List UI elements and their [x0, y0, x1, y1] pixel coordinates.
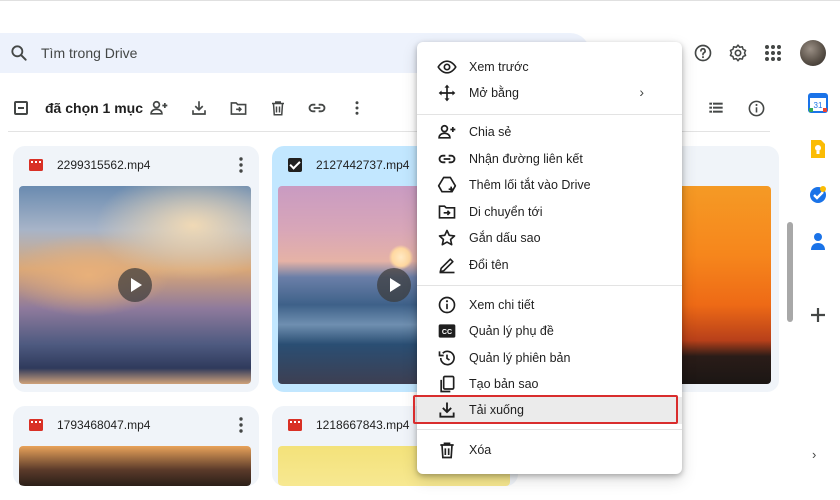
- video-thumbnail[interactable]: [19, 446, 251, 486]
- menu-item-share[interactable]: Chia sẻ: [417, 119, 682, 145]
- menu-item-star[interactable]: Gắn dấu sao: [417, 225, 682, 251]
- info-icon: [437, 295, 457, 315]
- file-name: 1793468047.mp4: [57, 418, 151, 432]
- menu-item-label: Nhận đường liên kết: [469, 152, 583, 166]
- person-add-icon: [437, 122, 457, 142]
- file-card-header: 1793468047.mp4: [13, 406, 259, 444]
- search-input[interactable]: Tìm trong Drive: [41, 45, 137, 61]
- avatar[interactable]: [800, 40, 826, 66]
- menu-item-add-shortcut[interactable]: Thêm lối tắt vào Drive: [417, 172, 682, 198]
- video-thumbnail[interactable]: [669, 186, 771, 384]
- chevron-right-icon[interactable]: ›: [812, 447, 816, 462]
- selection-count: đã chọn 1 mục: [45, 100, 144, 116]
- video-file-icon: [29, 159, 43, 171]
- menu-item-label: Xem trước: [469, 60, 529, 74]
- file-card-header: 2299315562.mp4: [13, 146, 259, 184]
- tasks-icon[interactable]: [808, 185, 828, 205]
- play-icon[interactable]: [118, 268, 152, 302]
- link-icon[interactable]: [306, 97, 328, 119]
- menu-item-move-to[interactable]: Di chuyển tới: [417, 199, 682, 225]
- file-name: 2299315562.mp4: [57, 158, 151, 172]
- copy-icon: [437, 374, 457, 394]
- menu-item-captions[interactable]: CC Quản lý phụ đề: [417, 318, 682, 344]
- video-file-icon: [288, 419, 302, 431]
- file-name: 2127442737.mp4: [316, 158, 410, 172]
- play-icon[interactable]: [377, 268, 411, 302]
- video-thumbnail[interactable]: [19, 186, 251, 384]
- menu-item-label: Xóa: [469, 443, 492, 457]
- menu-item-get-link[interactable]: Nhận đường liên kết: [417, 146, 682, 172]
- menu-item-label: Đổi tên: [469, 258, 509, 272]
- share-icon[interactable]: [148, 97, 170, 119]
- help-icon[interactable]: [690, 40, 716, 66]
- star-icon: [437, 228, 457, 248]
- menu-item-label: Chia sẻ: [469, 125, 512, 139]
- drive-app: Tìm trong Drive đã chọn 1 mục 2299315562…: [0, 0, 840, 500]
- trash-icon[interactable]: [267, 97, 289, 119]
- calendar-icon[interactable]: 31: [808, 93, 828, 113]
- apps-grid-icon[interactable]: [760, 40, 786, 66]
- pencil-icon: [437, 255, 457, 275]
- menu-item-versions[interactable]: Quản lý phiên bản: [417, 345, 682, 371]
- settings-icon[interactable]: [725, 40, 751, 66]
- file-card[interactable]: 2299315562.mp4: [13, 146, 259, 392]
- more-icon[interactable]: [233, 156, 249, 174]
- search-icon[interactable]: [9, 43, 29, 63]
- menu-item-label: Mở bằng: [469, 86, 519, 100]
- menu-item-delete[interactable]: Xóa: [417, 437, 682, 463]
- cc-icon: CC: [437, 321, 457, 341]
- menu-item-preview[interactable]: Xem trước: [417, 54, 682, 80]
- menu-item-make-copy[interactable]: Tạo bản sao: [417, 371, 682, 397]
- menu-item-label: Xem chi tiết: [469, 298, 535, 312]
- menu-separator: [417, 285, 682, 286]
- menu-item-details[interactable]: Xem chi tiết: [417, 292, 682, 318]
- keep-icon[interactable]: [808, 139, 828, 159]
- more-icon[interactable]: [233, 416, 249, 434]
- menu-item-label: Di chuyển tới: [469, 205, 543, 219]
- trash-icon: [437, 440, 457, 460]
- selected-checkbox-icon[interactable]: [288, 158, 302, 172]
- menu-item-label: Tạo bản sao: [469, 377, 539, 391]
- add-icon[interactable]: [808, 305, 828, 325]
- menu-separator: [417, 429, 682, 430]
- side-panel: 31: [796, 85, 840, 485]
- top-border: [0, 0, 840, 1]
- file-card[interactable]: 1793468047.mp4: [13, 406, 259, 486]
- more-icon[interactable]: [346, 97, 368, 119]
- move-folder-icon: [437, 202, 457, 222]
- contacts-icon[interactable]: [808, 231, 828, 251]
- video-file-icon: [29, 419, 43, 431]
- history-icon: [437, 348, 457, 368]
- clear-selection-checkbox[interactable]: [14, 101, 28, 115]
- menu-item-label: Quản lý phụ đề: [469, 324, 554, 338]
- list-view-icon[interactable]: [705, 97, 727, 119]
- info-icon[interactable]: [745, 97, 767, 119]
- menu-separator: [417, 114, 682, 115]
- download-icon[interactable]: [188, 97, 210, 119]
- menu-item-rename[interactable]: Đổi tên: [417, 252, 682, 278]
- download-highlight-box: [413, 395, 678, 424]
- menu-item-open-with[interactable]: Mở bằng ›: [417, 80, 682, 106]
- file-card[interactable]: [669, 146, 779, 392]
- chevron-right-icon: ›: [639, 84, 644, 100]
- svg-text:CC: CC: [442, 328, 452, 336]
- menu-item-label: Gắn dấu sao: [469, 231, 541, 245]
- open-with-icon: [437, 83, 457, 103]
- add-shortcut-icon: [437, 175, 457, 195]
- scrollbar[interactable]: [787, 222, 793, 322]
- file-name: 1218667843.mp4: [316, 418, 410, 432]
- move-icon[interactable]: [227, 97, 249, 119]
- link-icon: [437, 149, 457, 169]
- eye-icon: [437, 57, 457, 77]
- calendar-day: 31: [814, 101, 823, 110]
- menu-item-label: Thêm lối tắt vào Drive: [469, 178, 591, 192]
- menu-item-label: Quản lý phiên bản: [469, 351, 571, 365]
